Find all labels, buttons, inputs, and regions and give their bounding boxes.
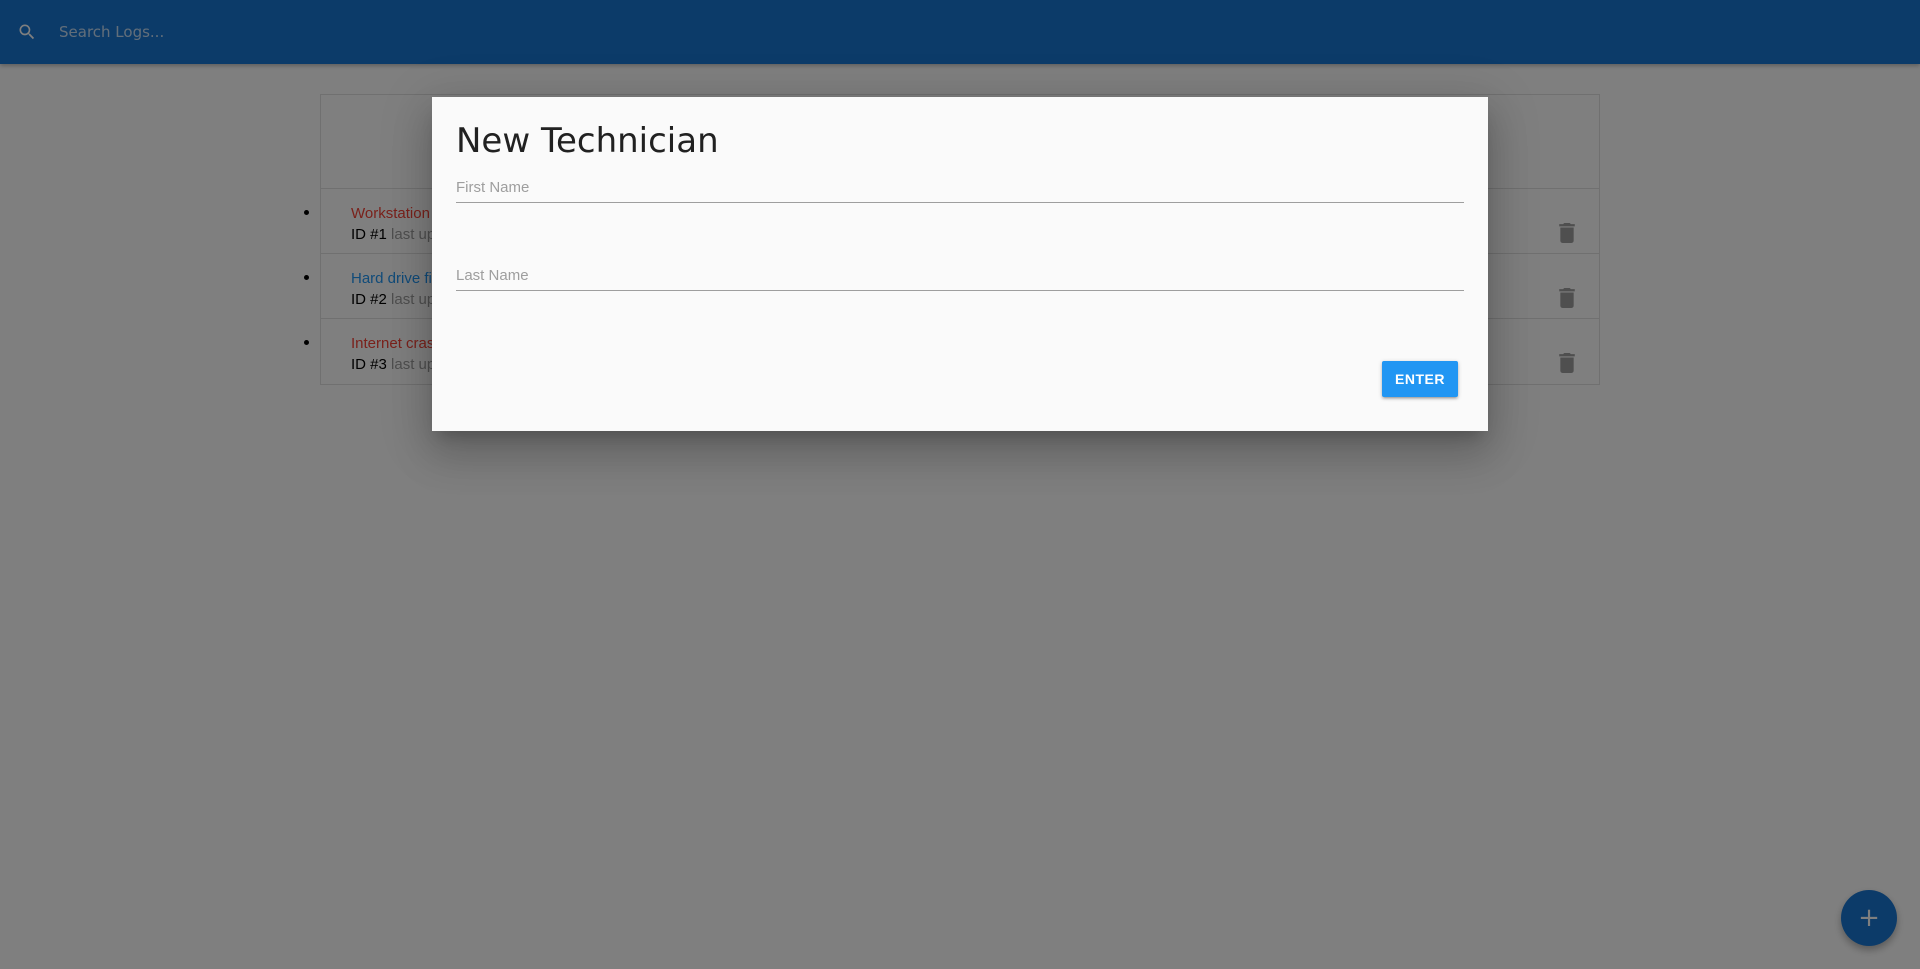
last-name-field [456, 261, 1464, 291]
enter-button[interactable]: ENTER [1382, 361, 1458, 397]
first-name-field [456, 173, 1464, 203]
last-name-input[interactable] [456, 261, 1464, 291]
add-technician-modal: New Technician ENTER [432, 97, 1488, 431]
modal-title: New Technician [456, 121, 719, 161]
first-name-input[interactable] [456, 173, 1464, 203]
